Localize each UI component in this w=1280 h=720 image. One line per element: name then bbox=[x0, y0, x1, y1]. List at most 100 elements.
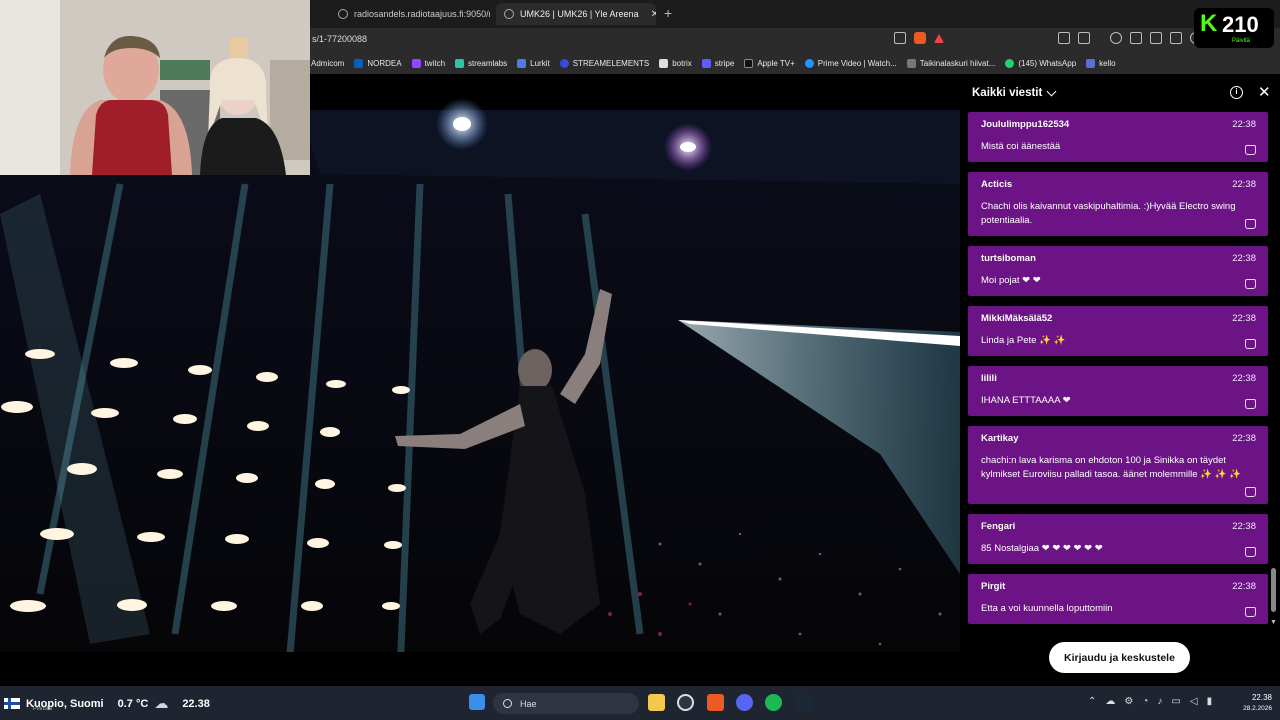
scroll-down-icon[interactable]: ▼ bbox=[1270, 619, 1277, 626]
message-time: 22:38 bbox=[1232, 581, 1256, 592]
chevron-down-icon[interactable] bbox=[1046, 86, 1057, 96]
message-username[interactable]: Pirgit bbox=[981, 581, 1258, 592]
message-time: 22:38 bbox=[1232, 119, 1256, 130]
bookmark-streamelements[interactable]: STREAMELEMENTS bbox=[559, 58, 649, 68]
wallet-icon[interactable] bbox=[1150, 32, 1162, 44]
search-placeholder: Hae bbox=[520, 698, 537, 709]
weather-condition: Pilvistä bbox=[33, 706, 53, 712]
thumbs-up-icon[interactable] bbox=[1245, 279, 1256, 289]
bookmark-whatsapp[interactable]: (145) WhatsApp bbox=[1005, 58, 1076, 68]
chat-message: Kartikay 22:38 chachi:n lava karisma on … bbox=[968, 426, 1268, 504]
chat-filter-title[interactable]: Kaikki viestit bbox=[972, 87, 1042, 99]
message-username[interactable]: turtsiboman bbox=[981, 253, 1258, 264]
windows-start-icon[interactable] bbox=[469, 694, 485, 710]
brave-shield-icon[interactable] bbox=[914, 32, 926, 44]
taskbar: Kuopio, Suomi 0.7 °C ☁ 22.38 Pilvistä Ha… bbox=[0, 686, 1280, 720]
bookmark-primevideo[interactable]: Prime Video | Watch... bbox=[804, 58, 897, 68]
chat-message-list[interactable]: Joululimppu162534 22:38 Mistä coi äänest… bbox=[968, 112, 1270, 628]
botrix-icon bbox=[659, 58, 669, 68]
chevron-up-icon[interactable]: ⌃ bbox=[1088, 696, 1096, 707]
address-bar[interactable]: s/1-77200088 bbox=[310, 28, 1280, 52]
message-username[interactable]: lilili bbox=[981, 373, 1258, 384]
message-text: Mistä coi äänestää bbox=[981, 141, 1061, 152]
chat-message: turtsiboman 22:38 Moi pojat ❤ ❤ bbox=[968, 246, 1268, 296]
message-username[interactable]: Kartikay bbox=[981, 433, 1258, 444]
message-time: 22:38 bbox=[1232, 253, 1256, 264]
file-explorer-icon[interactable] bbox=[648, 694, 665, 711]
share-icon[interactable] bbox=[894, 32, 906, 44]
thumbs-up-icon[interactable] bbox=[1245, 399, 1256, 409]
extensions-icon[interactable] bbox=[1058, 32, 1070, 44]
volume-icon[interactable]: ◁ bbox=[1190, 696, 1198, 707]
message-text: Chachi olis kaivannut vaskipuhaltimia. :… bbox=[981, 201, 1236, 226]
bookmark-nordea[interactable]: NORDEA bbox=[354, 58, 402, 68]
url-text[interactable]: s/1-77200088 bbox=[312, 34, 367, 44]
chat-message: lilili 22:38 IHANA ETTTAAAA ❤ bbox=[968, 366, 1268, 416]
system-clock[interactable]: 22.38 28.2.2026 bbox=[1242, 692, 1272, 714]
spotify-icon[interactable] bbox=[765, 694, 782, 711]
close-icon[interactable]: ✕ bbox=[1258, 83, 1271, 101]
streamelements-icon bbox=[559, 58, 569, 68]
tab-title: UMK26 | UMK26 | Yle Areena bbox=[520, 9, 639, 19]
cloud-sync-icon[interactable]: ☁ bbox=[1105, 696, 1115, 707]
whatsapp-icon bbox=[1005, 58, 1015, 68]
bookmark-kello[interactable]: kello bbox=[1086, 58, 1116, 68]
kick-status: Päivitä bbox=[1232, 38, 1251, 44]
steam-icon[interactable] bbox=[794, 694, 811, 711]
brave-browser-icon[interactable] bbox=[707, 694, 724, 711]
kick-viewer-badge: K 210 Päivitä bbox=[1194, 8, 1274, 48]
message-time: 22:38 bbox=[1232, 433, 1256, 444]
lurkit-icon bbox=[517, 58, 527, 68]
thumbs-up-icon[interactable] bbox=[1245, 339, 1256, 349]
chat-scrollbar[interactable] bbox=[1271, 568, 1276, 612]
microphone-icon[interactable]: ♪ bbox=[1157, 696, 1162, 707]
steam-tray-icon[interactable]: ◔ bbox=[1142, 696, 1148, 707]
message-username[interactable]: Fengari bbox=[981, 521, 1258, 532]
music-icon[interactable] bbox=[1110, 32, 1122, 44]
message-text: Etta a voi kuunnella loputtomiin bbox=[981, 603, 1113, 614]
message-username[interactable]: Joululimppu162534 bbox=[981, 119, 1258, 130]
battery-icon[interactable]: ▮ bbox=[1207, 696, 1213, 707]
message-text: Moi pojat ❤ ❤ bbox=[981, 275, 1041, 286]
finland-flag-icon bbox=[4, 698, 20, 709]
settings-icon[interactable]: ⚙ bbox=[1124, 696, 1133, 707]
clock-time: 22.38 bbox=[1251, 693, 1272, 702]
bookmark-appletv[interactable]: Apple TV+ bbox=[744, 58, 795, 68]
obs-icon[interactable] bbox=[677, 694, 694, 711]
message-time: 22:38 bbox=[1232, 373, 1256, 384]
thumbs-up-icon[interactable] bbox=[1245, 547, 1256, 557]
bookmark-admicom[interactable]: Admicom bbox=[311, 59, 344, 68]
info-icon[interactable]: i bbox=[1230, 86, 1243, 99]
tab-radio[interactable]: radiosandels.radiotaajuus.fi:9050/rad bbox=[330, 3, 490, 25]
tab-yle-areena[interactable]: UMK26 | UMK26 | Yle Areena ✕ bbox=[496, 3, 656, 25]
bookmark-twitch[interactable]: twitch bbox=[411, 58, 445, 68]
network-icon[interactable]: ▭ bbox=[1171, 696, 1180, 707]
chat-message: Joululimppu162534 22:38 Mistä coi äänest… bbox=[968, 112, 1268, 162]
bookmark-star-icon[interactable] bbox=[1170, 32, 1182, 44]
speaker-icon bbox=[504, 9, 514, 19]
thumbs-up-icon[interactable] bbox=[1245, 219, 1256, 229]
message-username[interactable]: Acticis bbox=[981, 179, 1258, 190]
login-to-chat-button[interactable]: Kirjaudu ja keskustele bbox=[1049, 642, 1190, 673]
bookmark-lurkit[interactable]: Lurkit bbox=[517, 58, 550, 68]
message-text: Linda ja Pete ✨ ✨ bbox=[981, 335, 1066, 346]
message-username[interactable]: MikkiMäksälä52 bbox=[981, 313, 1258, 324]
taskbar-search[interactable]: Hae bbox=[493, 693, 639, 714]
bookmark-botrix[interactable]: botrix bbox=[659, 58, 692, 68]
bookmark-stripe[interactable]: stripe bbox=[701, 58, 734, 68]
thumbs-up-icon[interactable] bbox=[1245, 145, 1256, 155]
browser-tab-bar: radiosandels.radiotaajuus.fi:9050/rad UM… bbox=[310, 0, 1280, 28]
bookmark-taikinalaskuri[interactable]: Taikinalaskuri hiivat... bbox=[906, 58, 995, 68]
thumbs-up-icon[interactable] bbox=[1245, 487, 1256, 497]
bookmark-streamlabs[interactable]: streamlabs bbox=[455, 58, 507, 68]
thumbs-up-icon[interactable] bbox=[1245, 607, 1256, 617]
close-tab-icon[interactable]: ✕ bbox=[651, 9, 656, 20]
new-tab-button[interactable]: + bbox=[664, 5, 672, 21]
brave-rewards-icon[interactable] bbox=[934, 33, 944, 43]
discord-icon[interactable] bbox=[736, 694, 753, 711]
screenshot-icon[interactable] bbox=[1078, 32, 1090, 44]
search-icon bbox=[503, 699, 512, 708]
sidebar-icon[interactable] bbox=[1130, 32, 1142, 44]
chat-message: Acticis 22:38 Chachi olis kaivannut vask… bbox=[968, 172, 1268, 236]
message-time: 22:38 bbox=[1232, 179, 1256, 190]
